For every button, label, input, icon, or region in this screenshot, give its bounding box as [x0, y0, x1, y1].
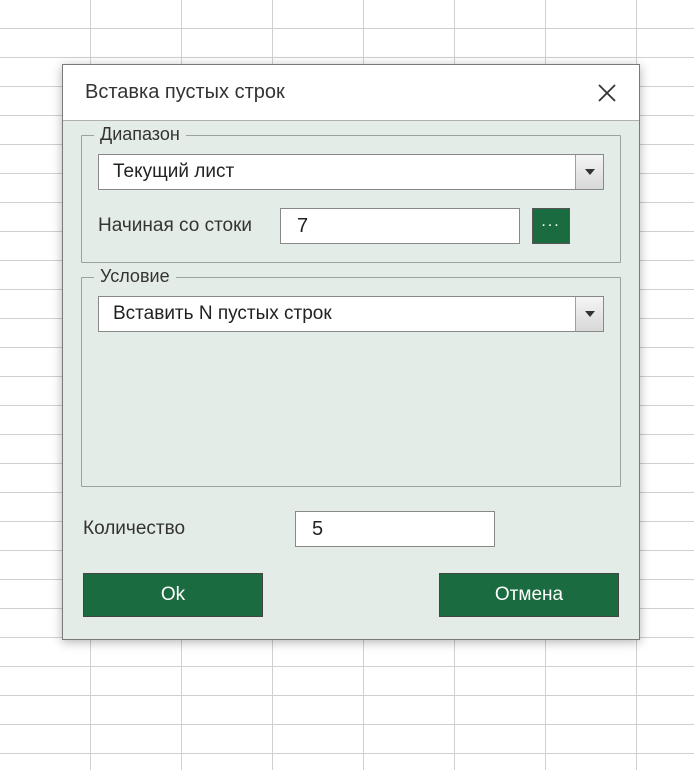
range-fieldset: Диапазон Текущий лист Начиная со стоки .… [81, 135, 621, 263]
condition-fieldset: Условие Вставить N пустых строк [81, 277, 621, 487]
condition-combobox[interactable]: Вставить N пустых строк [98, 296, 604, 332]
quantity-input[interactable] [295, 511, 495, 547]
chevron-down-icon [575, 297, 603, 331]
quantity-row: Количество [83, 511, 619, 547]
quantity-label: Количество [83, 518, 283, 540]
start-row-row: Начиная со стоки ... [98, 208, 604, 244]
dialog-button-row: Ok Отмена [81, 573, 621, 617]
cancel-button[interactable]: Отмена [439, 573, 619, 617]
condition-legend: Условие [94, 266, 176, 287]
start-row-label: Начиная со стоки [98, 215, 268, 237]
chevron-down-icon [575, 155, 603, 189]
range-legend: Диапазон [94, 124, 186, 145]
scope-combobox[interactable]: Текущий лист [98, 154, 604, 190]
range-picker-button[interactable]: ... [532, 208, 570, 244]
close-button[interactable] [593, 79, 621, 107]
dialog-titlebar: Вставка пустых строк [63, 65, 639, 121]
dialog-body: Диапазон Текущий лист Начиная со стоки .… [63, 121, 639, 639]
dialog-title: Вставка пустых строк [85, 81, 285, 104]
ok-button[interactable]: Ok [83, 573, 263, 617]
close-icon [597, 83, 617, 103]
condition-value: Вставить N пустых строк [99, 303, 346, 325]
insert-empty-rows-dialog: Вставка пустых строк Диапазон Текущий ли… [62, 64, 640, 640]
scope-value: Текущий лист [99, 161, 248, 183]
ellipsis-icon: ... [541, 213, 560, 231]
start-row-input[interactable] [280, 208, 520, 244]
